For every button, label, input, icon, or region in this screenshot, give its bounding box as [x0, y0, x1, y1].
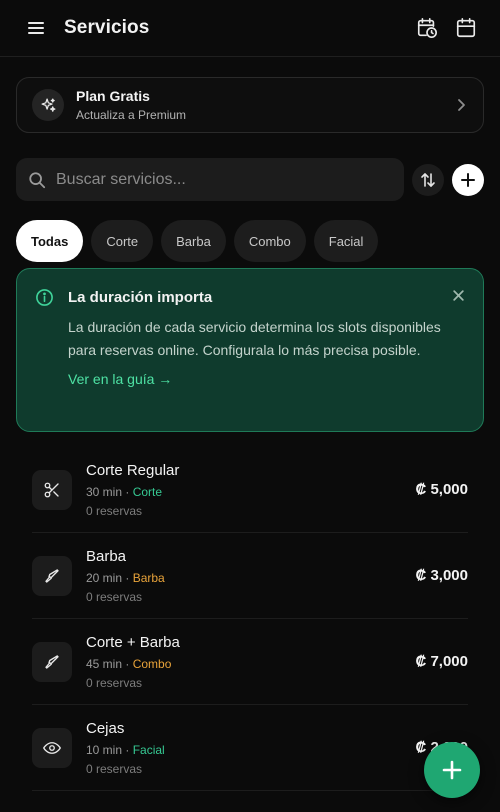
info-callout: La duración importa La duración de cada … — [16, 268, 484, 432]
service-name: Corte Regular — [86, 461, 180, 479]
plus-icon — [442, 760, 462, 780]
calendar-icon — [456, 18, 476, 38]
service-duration: 20 min — [86, 570, 123, 585]
sparkles-icon — [40, 97, 56, 112]
razor-icon — [45, 568, 59, 583]
page-title: Servicios — [64, 17, 150, 38]
razor-icon — [45, 654, 59, 669]
info-title: La duración importa — [68, 289, 213, 306]
service-category: Barba — [132, 570, 165, 585]
guide-link[interactable]: Ver en la guía → — [68, 371, 172, 387]
meta-separator: · — [122, 570, 133, 585]
app-header: Servicios — [0, 0, 500, 57]
service-icon-badge — [32, 727, 72, 768]
sort-button[interactable] — [412, 163, 444, 196]
service-duration: 45 min — [86, 656, 123, 671]
service-reservations: 0 reservas — [86, 589, 143, 604]
service-name: Cejas — [86, 719, 125, 737]
category-filters: Todas Corte Barba Combo Facial — [16, 220, 379, 262]
menu-button[interactable] — [18, 10, 54, 46]
search-box[interactable] — [16, 158, 404, 201]
add-service-button[interactable] — [452, 163, 484, 196]
filter-chip-facial[interactable]: Facial — [313, 220, 379, 262]
service-reservations: 0 reservas — [86, 761, 143, 776]
chevron-right-icon — [458, 99, 465, 111]
service-row[interactable]: Corte Regular 30 min · Corte 0 reservas … — [32, 447, 468, 533]
service-price: ₡ 7,000 — [415, 653, 468, 670]
service-category: Corte — [132, 484, 163, 499]
filter-chip-todas[interactable]: Todas — [16, 220, 84, 262]
meta-separator: · — [122, 656, 133, 671]
sort-arrows-icon — [421, 172, 435, 187]
service-name: Barba — [86, 547, 127, 565]
service-icon-badge — [32, 555, 72, 596]
menu-icon — [28, 22, 44, 34]
service-name: Corte + Barba — [86, 633, 180, 651]
info-icon — [36, 289, 53, 306]
service-icon-badge — [32, 469, 72, 510]
service-category: Facial — [132, 742, 165, 757]
filter-chip-corte[interactable]: Corte — [91, 220, 154, 262]
service-category: Combo — [132, 656, 172, 671]
service-row[interactable]: Cejas 10 min · Facial 0 reservas ₡ 2,000 — [32, 705, 468, 791]
calendar-clock-icon — [417, 18, 437, 38]
dismiss-button[interactable] — [452, 289, 465, 307]
close-icon — [453, 289, 464, 301]
meta-separator: · — [122, 484, 133, 499]
floating-add-button[interactable] — [424, 742, 480, 798]
search-icon — [29, 171, 46, 188]
services-list: Corte Regular 30 min · Corte 0 reservas … — [32, 447, 468, 791]
calendar-button[interactable] — [448, 10, 484, 46]
info-body: La duración de cada servicio determina l… — [68, 319, 441, 358]
schedule-button[interactable] — [409, 10, 445, 46]
plan-icon-badge — [32, 89, 64, 121]
plus-icon — [461, 172, 475, 187]
service-price: ₡ 3,000 — [415, 567, 468, 584]
service-icon-badge — [32, 641, 72, 682]
service-row[interactable]: Corte + Barba 45 min · Combo 0 reservas … — [32, 619, 468, 705]
service-price: ₡ 5,000 — [415, 481, 468, 498]
meta-separator: · — [122, 742, 133, 757]
filter-chip-combo[interactable]: Combo — [233, 220, 306, 262]
plan-title: Plan Gratis — [76, 88, 150, 104]
service-row[interactable]: Barba 20 min · Barba 0 reservas ₡ 3,000 — [32, 533, 468, 619]
eye-icon — [43, 741, 61, 754]
service-duration: 30 min — [86, 484, 123, 499]
scissors-icon — [44, 482, 59, 497]
search-input[interactable] — [56, 170, 376, 189]
search-row — [16, 158, 484, 201]
service-reservations: 0 reservas — [86, 675, 143, 690]
plan-card[interactable]: Plan Gratis Actualiza a Premium — [16, 77, 484, 133]
service-duration: 10 min — [86, 742, 123, 757]
plan-subtitle: Actualiza a Premium — [76, 108, 187, 122]
service-reservations: 0 reservas — [86, 503, 143, 518]
filter-chip-barba[interactable]: Barba — [161, 220, 226, 262]
